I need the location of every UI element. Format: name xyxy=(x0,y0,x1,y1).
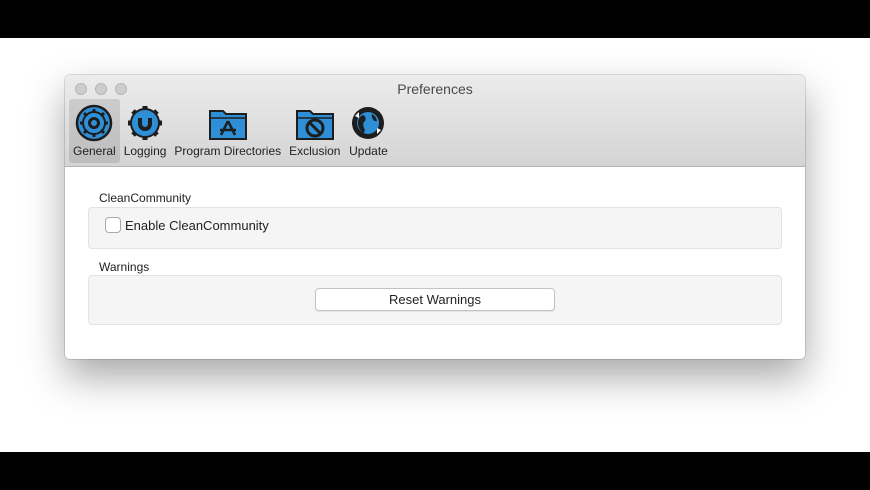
warnings-box: Reset Warnings xyxy=(88,275,782,325)
app-folder-icon xyxy=(208,103,248,143)
reset-warnings-button[interactable]: Reset Warnings xyxy=(315,288,555,311)
toolbar-label-program-directories: Program Directories xyxy=(174,144,282,158)
clean-community-box: Enable CleanCommunity xyxy=(88,207,782,249)
exclusion-folder-icon xyxy=(295,103,335,143)
toolbar-item-exclusion[interactable]: Exclusion xyxy=(285,99,344,163)
toolbar-item-update[interactable]: Update xyxy=(344,99,392,163)
window-title: Preferences xyxy=(397,81,473,97)
gear-icon xyxy=(74,103,114,143)
toolbar-item-general[interactable]: General xyxy=(69,99,120,163)
toolbar-item-program-directories[interactable]: Program Directories xyxy=(170,99,285,163)
preferences-window: Preferences General Logging Program Dire… xyxy=(65,75,805,359)
warnings-title: Warnings xyxy=(99,260,150,274)
letterbox-top xyxy=(0,0,870,38)
toolbar-label-update: Update xyxy=(349,144,388,158)
preferences-content: CleanCommunity Enable CleanCommunity War… xyxy=(65,167,805,359)
log-magnet-icon xyxy=(125,103,165,143)
toolbar-item-logging[interactable]: Logging xyxy=(120,99,171,163)
toolbar-label-logging: Logging xyxy=(123,144,167,158)
toolbar-label-exclusion: Exclusion xyxy=(289,144,341,158)
globe-update-icon xyxy=(348,103,388,143)
titlebar: Preferences General Logging Program Dire… xyxy=(65,75,805,167)
enable-clean-community-option[interactable]: Enable CleanCommunity xyxy=(105,217,269,233)
toolbar-label-general: General xyxy=(73,144,116,158)
enable-clean-community-checkbox[interactable] xyxy=(105,217,121,233)
enable-clean-community-label: Enable CleanCommunity xyxy=(125,217,269,233)
preferences-toolbar: General Logging Program Directories Excl… xyxy=(69,99,392,165)
letterbox-bottom xyxy=(0,452,870,490)
clean-community-title: CleanCommunity xyxy=(99,191,192,205)
